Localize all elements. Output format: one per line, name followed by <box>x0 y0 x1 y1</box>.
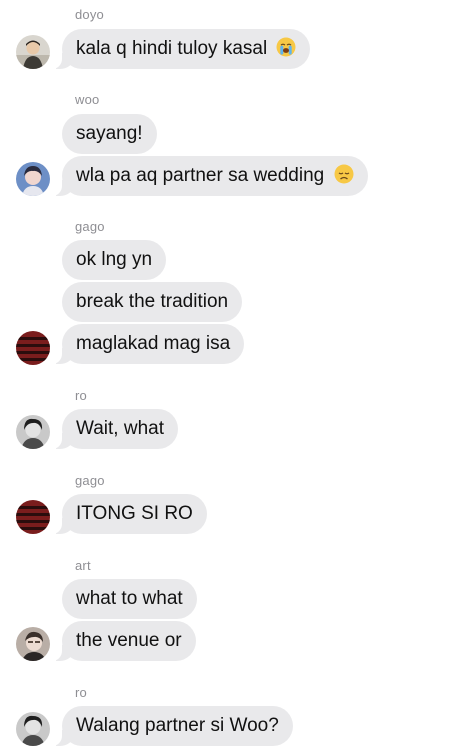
message-bubble[interactable]: wla pa aq partner sa wedding <box>52 156 368 196</box>
avatar-gago[interactable] <box>16 331 50 365</box>
sender-name: gago <box>75 219 105 234</box>
sender-name: ro <box>75 685 87 700</box>
message-text: sayang! <box>76 123 143 144</box>
message-bubble[interactable]: sayang! <box>62 114 157 154</box>
message-text: the venue or <box>76 630 182 651</box>
message-bubble[interactable]: ok lng yn <box>62 240 167 280</box>
message-text: Walang partner si Woo? <box>76 715 279 736</box>
message-bubble[interactable]: break the tradition <box>62 282 243 322</box>
sender-name: woo <box>75 92 100 107</box>
avatar-woo[interactable] <box>16 162 50 196</box>
message-bubble[interactable]: the venue or <box>52 621 196 661</box>
avatar-art[interactable] <box>16 627 50 661</box>
avatar-doyo[interactable] <box>16 35 50 69</box>
message-text: what to what <box>76 588 183 609</box>
avatar-ro[interactable] <box>16 712 50 746</box>
message-text: maglakad mag isa <box>76 333 231 354</box>
sender-name: gago <box>75 473 105 488</box>
sender-name: art <box>75 558 91 573</box>
message-text: kala q hindi tuloy kasal <box>76 38 268 59</box>
sender-name: ro <box>75 388 87 403</box>
message-text: ITONG SI RO <box>76 503 193 524</box>
message-text: break the tradition <box>76 291 229 312</box>
loudly-crying-face-emoji <box>276 37 296 57</box>
message-bubble[interactable]: maglakad mag isa <box>51 324 245 364</box>
message-text: wla pa aq partner sa wedding <box>76 165 325 186</box>
message-bubble[interactable]: kala q hindi tuloy kasal <box>51 29 311 69</box>
avatar-ro[interactable] <box>16 415 50 449</box>
message-text: Wait, what <box>76 418 164 439</box>
disappointed-face-emoji <box>334 164 354 184</box>
message-text: ok lng yn <box>76 249 153 270</box>
message-bubble[interactable]: Wait, what <box>52 409 178 449</box>
message-bubble[interactable]: Walang partner si Woo? <box>52 706 293 746</box>
avatar-gago[interactable] <box>16 500 50 534</box>
sender-name: doyo <box>75 7 104 22</box>
chat-thread: doyo kala q hindi tuloy kasal woo sayang… <box>0 0 474 752</box>
message-bubble[interactable]: ITONG SI RO <box>52 494 207 534</box>
message-bubble[interactable]: what to what <box>62 579 197 619</box>
